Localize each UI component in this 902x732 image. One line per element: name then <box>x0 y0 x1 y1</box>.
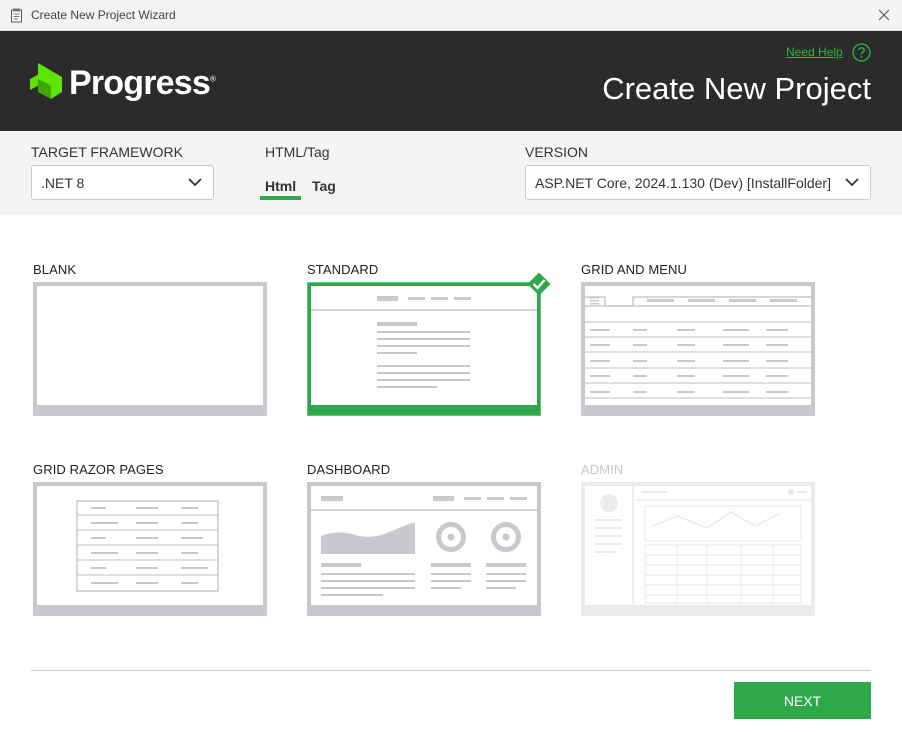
close-icon[interactable] <box>873 5 895 25</box>
next-button[interactable]: NEXT <box>734 682 871 719</box>
tab-tag[interactable]: Tag <box>312 178 336 194</box>
template-grid-razor-pages-thumbnail[interactable] <box>33 482 267 616</box>
template-label-grid-razor-pages: GRID RAZOR PAGES <box>33 462 164 477</box>
target-framework-dropdown[interactable]: .NET 8 <box>31 165 214 200</box>
template-standard-thumbnail[interactable] <box>307 282 541 416</box>
version-label: VERSION <box>525 144 589 160</box>
template-label-dashboard: DASHBOARD <box>307 462 391 477</box>
logo-wordmark: Progress® <box>69 64 216 102</box>
window-title: Create New Project Wizard <box>31 8 176 22</box>
version-value: ASP.NET Core, 2024.1.130 (Dev) [InstallF… <box>535 175 831 191</box>
template-label-standard: STANDARD <box>307 262 379 277</box>
footer-divider <box>31 670 871 671</box>
template-blank-thumbnail[interactable] <box>33 282 267 416</box>
chevron-down-icon <box>188 178 202 187</box>
app-icon <box>11 8 22 23</box>
config-panel: TARGET FRAMEWORK .NET 8 HTML/Tag Html Ta… <box>0 131 902 215</box>
template-dashboard-thumbnail[interactable] <box>307 482 541 616</box>
need-help-link[interactable]: Need Help <box>786 45 843 59</box>
page-title: Create New Project <box>602 71 871 106</box>
selected-check-icon <box>527 272 551 296</box>
template-label-admin: ADMIN <box>581 462 624 477</box>
template-grid-and-menu-thumbnail[interactable] <box>581 282 815 416</box>
target-framework-value: .NET 8 <box>41 175 85 191</box>
active-tab-indicator <box>260 196 301 200</box>
header-banner: Progress® Need Help Create New Project <box>0 31 902 131</box>
window-title-bar: Create New Project Wizard <box>0 0 902 31</box>
help-icon[interactable] <box>852 43 871 62</box>
version-dropdown[interactable]: ASP.NET Core, 2024.1.130 (Dev) [InstallF… <box>525 165 871 200</box>
template-label-blank: BLANK <box>33 262 77 277</box>
target-framework-label: TARGET FRAMEWORK <box>31 144 183 160</box>
progress-logo-icon <box>30 63 62 99</box>
template-label-grid-and-menu: GRID AND MENU <box>581 262 688 277</box>
chevron-down-icon <box>845 178 859 187</box>
html-tag-label: HTML/Tag <box>265 144 330 160</box>
tab-html[interactable]: Html <box>265 178 296 194</box>
template-admin-thumbnail <box>581 482 815 616</box>
